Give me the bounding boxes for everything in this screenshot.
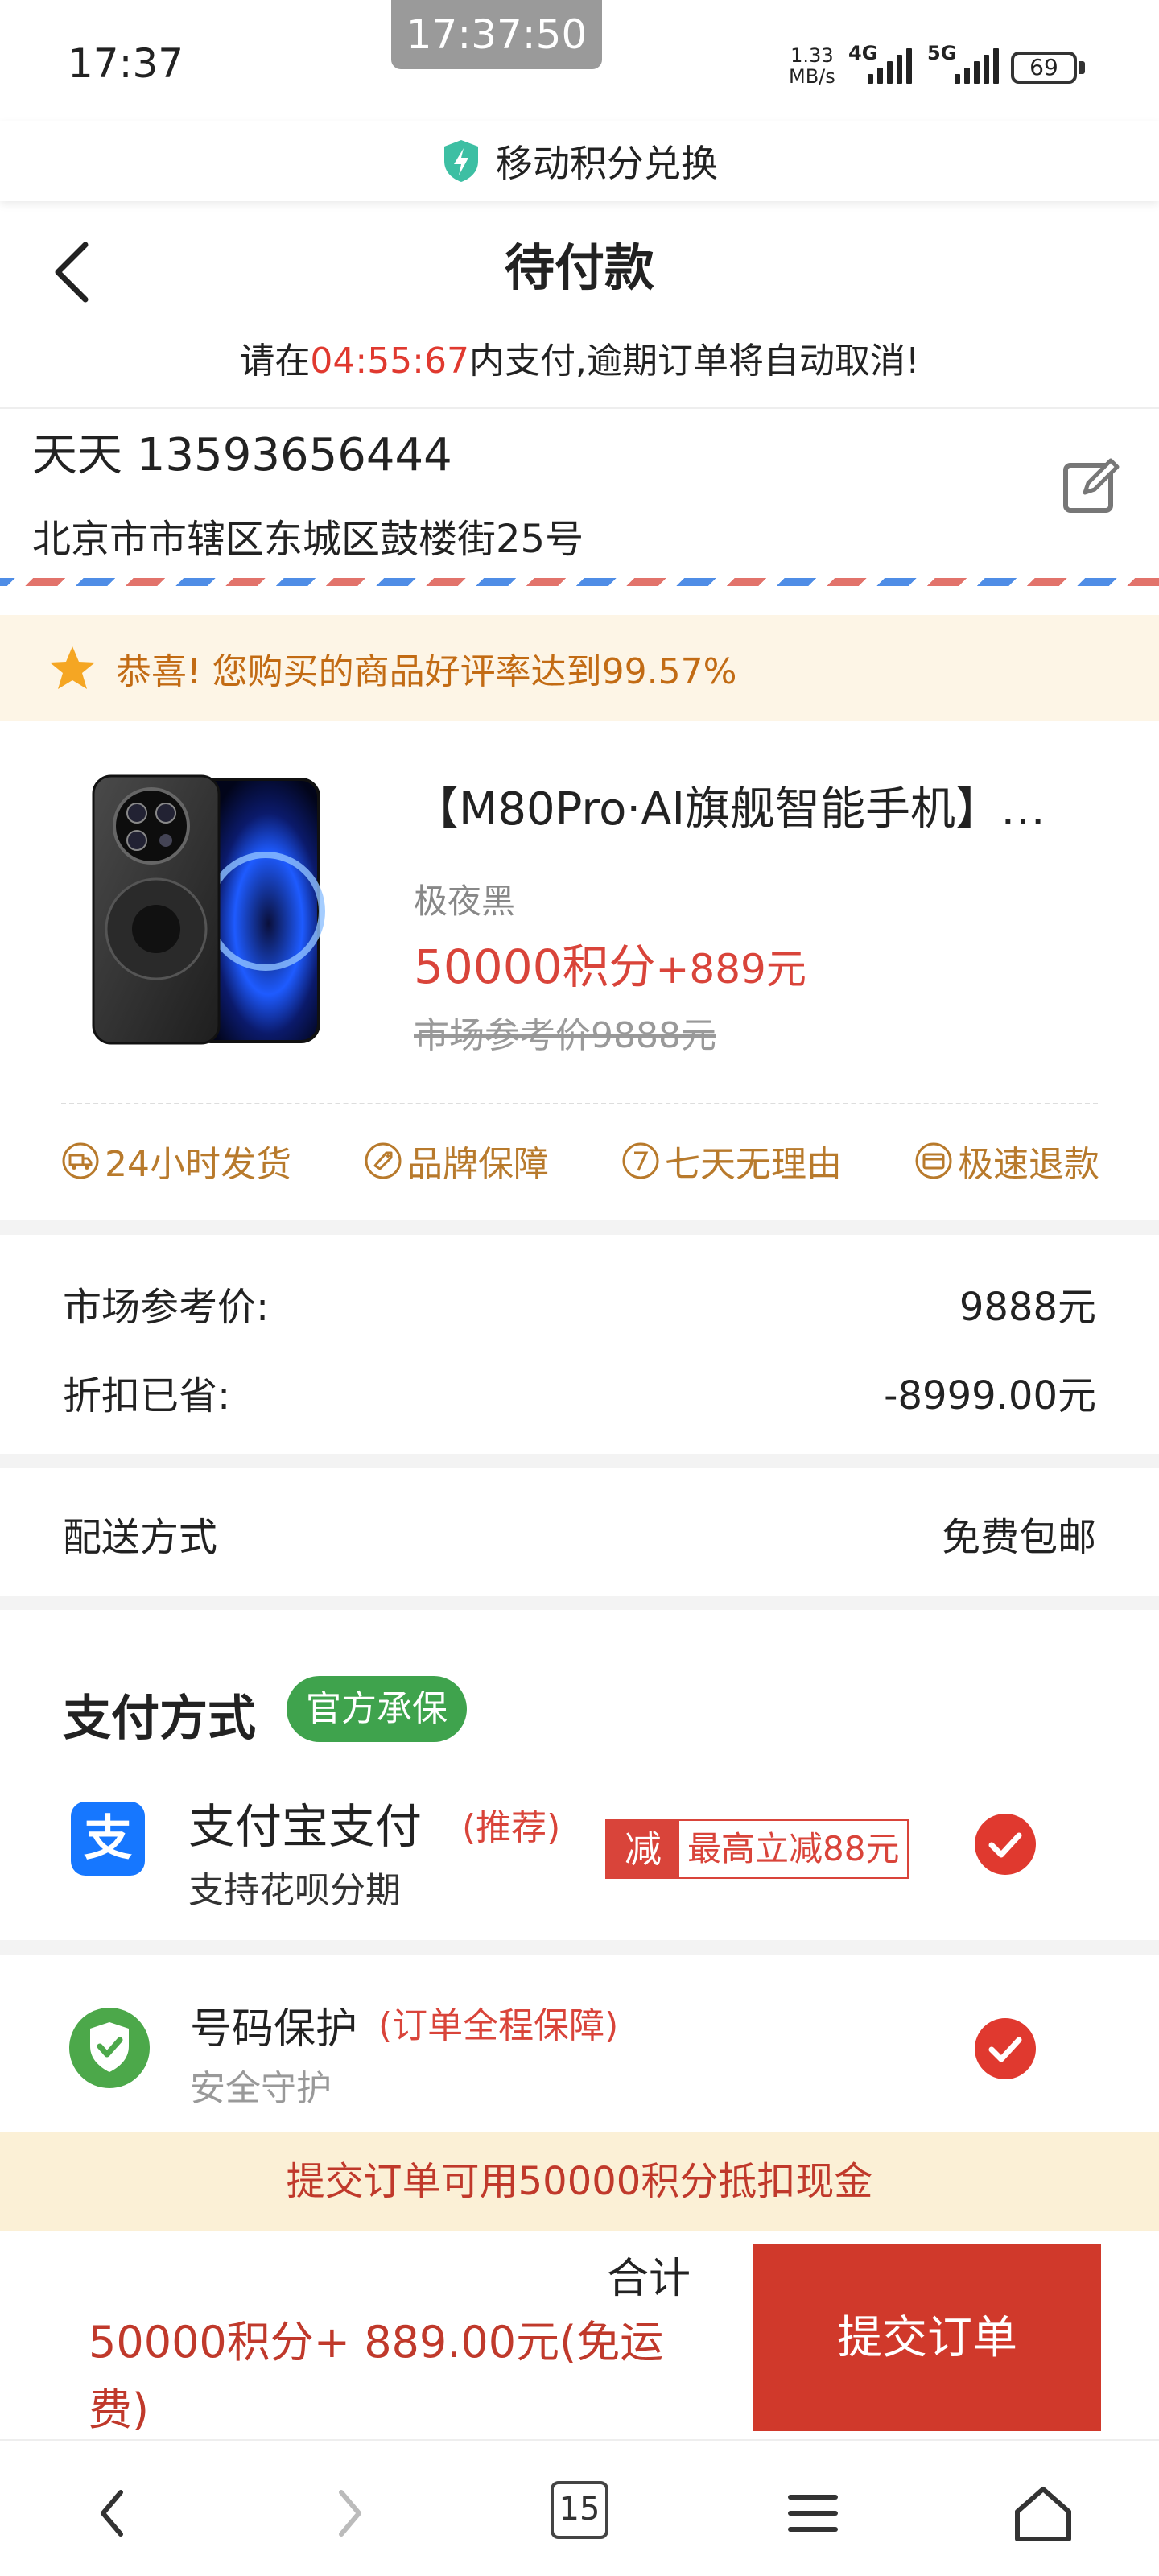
- signal-5g-label: 5G: [927, 42, 957, 64]
- feature-label: 品牌保障: [407, 1144, 549, 1185]
- countdown-suffix: 内支付,逾期订单将自动取消!: [469, 341, 920, 382]
- payment-title: 支付方式: [63, 1690, 256, 1747]
- seven-icon: [622, 1142, 659, 1179]
- protection-sub: 安全守护: [190, 2068, 332, 2109]
- protection-name[interactable]: 号码保护: [190, 1995, 357, 2055]
- feature-shipping: 24小时发货: [61, 1135, 291, 1187]
- total-amount: 50000积分+ 889.00元(免运费): [89, 2317, 664, 2435]
- status-clock: 17:37: [68, 40, 184, 87]
- price-cash: +889元: [655, 946, 806, 993]
- alipay-name[interactable]: 支付宝支付: [188, 1789, 422, 1856]
- points-banner: 提交订单可用50000积分抵扣现金: [0, 2132, 1159, 2231]
- dashed-divider: [61, 1103, 1098, 1104]
- signal-4g-label: 4G: [848, 42, 878, 64]
- section-gap: [0, 1220, 1159, 1235]
- net-speed-value: 1.33: [790, 44, 834, 67]
- service-features: 24小时发货 品牌保障 七天无理由 极速退款: [61, 1135, 1099, 1187]
- card-icon: [915, 1142, 952, 1179]
- product-variant: 极夜黑: [414, 881, 516, 921]
- shipping-label: 配送方式: [63, 1515, 218, 1560]
- net-speed-unit: MB/s: [789, 65, 835, 88]
- protection-note: (订单全程保障): [378, 2005, 619, 2046]
- price-points: 50000积分: [414, 939, 656, 994]
- feature-label: 24小时发货: [105, 1144, 291, 1185]
- alipay-recommend: (推荐): [462, 1807, 561, 1848]
- feature-return: 七天无理由: [621, 1135, 842, 1187]
- product-price: 50000积分+889元: [414, 929, 806, 997]
- promo-text: 最高立减88元: [687, 1829, 900, 1868]
- rating-notice-text: 恭喜! 您购买的商品好评率达到99.57%: [116, 651, 737, 692]
- page-title: 待付款: [504, 238, 654, 297]
- section-gap: [0, 1454, 1159, 1468]
- home-icon[interactable]: [1003, 2473, 1083, 2553]
- address-line[interactable]: 北京市市辖区东城区鼓楼街25号: [32, 507, 584, 564]
- edit-icon[interactable]: [1061, 456, 1122, 517]
- product-title[interactable]: 【M80Pro·AI旗舰智能手机】…: [414, 773, 1106, 838]
- site-name: 移动积分兑换: [496, 142, 718, 185]
- truck-icon: [62, 1142, 99, 1179]
- battery-tip: [1079, 61, 1085, 74]
- battery-icon: 69: [1011, 52, 1077, 84]
- market-price-label: 市场参考价:: [63, 1285, 270, 1330]
- net-speed: 1.33 MB/s: [789, 45, 835, 87]
- signal-4g-icon: 4G: [848, 42, 913, 84]
- shield-logo-icon: [444, 140, 478, 182]
- tabs-count-icon[interactable]: 15: [551, 2481, 608, 2539]
- alipay-check-icon[interactable]: [974, 1813, 1037, 1876]
- address-name-phone[interactable]: 天天 13593656444: [32, 419, 452, 484]
- total-label: 合计: [607, 2255, 691, 2303]
- protection-check-icon[interactable]: [974, 2017, 1037, 2080]
- alipay-icon: 支: [71, 1802, 145, 1876]
- feature-label: 七天无理由: [665, 1144, 842, 1185]
- nav-back-icon[interactable]: [72, 2473, 153, 2553]
- shield-check-icon: [69, 2008, 150, 2088]
- nav-forward-icon[interactable]: [309, 2473, 390, 2553]
- discount-label: 折扣已省:: [63, 1373, 231, 1418]
- countdown-time: 04:55:67: [310, 341, 469, 382]
- market-price-value: 9888元: [959, 1285, 1096, 1330]
- promo-tag: 减: [607, 1821, 679, 1877]
- divider: [0, 407, 1159, 409]
- countdown-prefix: 请在: [239, 341, 311, 382]
- payment-countdown: 请在04:55:67内支付,逾期订单将自动取消!: [0, 332, 1159, 383]
- site-bar: 移动积分兑换: [0, 121, 1159, 201]
- product-image[interactable]: [89, 774, 330, 1048]
- submit-order-button[interactable]: 提交订单: [753, 2244, 1101, 2431]
- alipay-sub: 支持花呗分期: [188, 1870, 401, 1911]
- feature-refund: 极速退款: [914, 1135, 1099, 1187]
- rating-notice: 恭喜! 您购买的商品好评率达到99.57%: [0, 615, 1159, 721]
- envelope-border: [0, 578, 1159, 586]
- section-gap: [0, 1596, 1159, 1610]
- shipping-value: 免费包邮: [941, 1515, 1096, 1560]
- signal-5g-icon: 5G: [927, 42, 1000, 84]
- feature-label: 极速退款: [958, 1144, 1099, 1185]
- screen-record-time: 17:37:50: [391, 0, 602, 69]
- official-badge: 官方承保: [287, 1676, 467, 1742]
- menu-icon[interactable]: [773, 2473, 853, 2553]
- promo-badge: 减 最高立减88元: [605, 1819, 909, 1879]
- feature-brand: 品牌保障: [364, 1135, 549, 1187]
- product-original-price: 市场参考价9888元: [414, 1015, 716, 1056]
- star-icon: [50, 646, 95, 689]
- discount-value: -8999.00元: [884, 1373, 1096, 1418]
- tag-icon: [365, 1142, 402, 1179]
- section-gap: [0, 1940, 1159, 1955]
